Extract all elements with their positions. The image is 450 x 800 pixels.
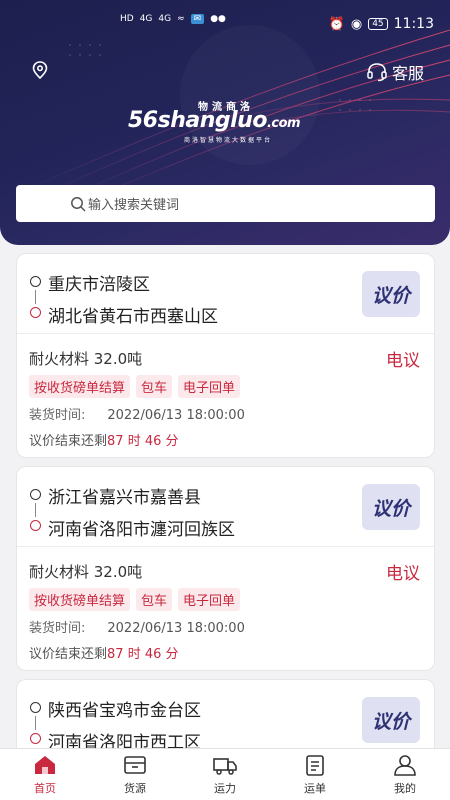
destination-city: 湖北省黄石市西塞山区 [48, 307, 218, 327]
remaining-label: 议价结束还剩 [29, 434, 108, 449]
order-card[interactable]: 浙江省嘉兴市嘉善县 河南省洛阳市瀍河回族区 议价 耐火材料 32.0吨 电议 按… [16, 466, 435, 671]
order-info: 耐火材料 32.0吨 电议 按收货磅单结算 包车 电子回单 装货时间: 2022/… [17, 547, 434, 670]
alarm-icon: ⏰ [328, 16, 345, 32]
signal-label-2: 4G [158, 14, 172, 24]
origin-city: 陕西省宝鸡市金台区 [48, 701, 201, 721]
location-status-icon: ◉ [350, 16, 363, 32]
tag-settlement: 按收货磅单结算 [29, 375, 131, 398]
bid-remaining: 议价结束还剩87 时 46 分 [29, 643, 179, 662]
app-icon: ✉ [190, 14, 205, 24]
origin-city: 浙江省嘉兴市嘉善县 [48, 488, 201, 508]
bid-remaining: 议价结束还剩87 时 46 分 [29, 430, 179, 449]
destination-dot [30, 520, 41, 531]
goods-description: 耐火材料 32.0吨 [29, 563, 143, 581]
bottom-tab-bar: 首页 货源 运力 运单 我的 [0, 748, 450, 800]
route-line [35, 290, 36, 304]
tab-capacity[interactable]: 运力 [180, 749, 270, 800]
loading-time-value: 2022/06/13 18:00:00 [107, 621, 245, 636]
tab-mine-label: 我的 [394, 782, 416, 795]
logo-domain: .com [266, 116, 301, 131]
destination-dot [30, 307, 41, 318]
hd-indicator: HD [120, 14, 134, 24]
customer-service-label: 客服 [391, 64, 424, 83]
search-input[interactable]: 输入搜索关键词 [16, 185, 435, 222]
order-tags: 按收货磅单结算 包车 电子回单 [29, 588, 241, 611]
signal-label-1: 4G [139, 14, 153, 24]
status-right-icons: ⏰ ◉ 45 11:13 [329, 16, 434, 32]
order-info: 耐火材料 32.0吨 电议 按收货磅单结算 包车 电子回单 装货时间: 2022/… [17, 334, 434, 457]
location-icon[interactable] [30, 60, 50, 80]
loading-time: 装货时间: 2022/06/13 18:00:00 [29, 404, 245, 423]
order-route: 重庆市涪陵区 湖北省黄石市西塞山区 议价 [17, 254, 434, 334]
order-tags: 按收货磅单结算 包车 电子回单 [29, 375, 241, 398]
route-line [35, 716, 36, 730]
battery-indicator: 45 [368, 18, 388, 30]
goods-description: 耐火材料 32.0吨 [29, 350, 143, 368]
status-bar: HD 4G 4G ≈ ✉ ●● ⏰ ◉ 45 11:13 [0, 0, 450, 44]
price-negotiable: 电议 [386, 351, 420, 371]
home-icon [35, 756, 55, 774]
tab-waybill[interactable]: 运单 [270, 749, 360, 800]
tab-waybill-label: 运单 [304, 782, 326, 795]
price-negotiable: 电议 [386, 564, 420, 584]
tab-mine[interactable]: 我的 [360, 749, 450, 800]
tag-charter: 包车 [136, 375, 173, 398]
tag-e-receipt: 电子回单 [178, 588, 241, 611]
tab-cargo[interactable]: 货源 [90, 749, 180, 800]
wifi-icon: ≈ [177, 14, 185, 24]
user-icon [394, 755, 416, 776]
search-placeholder: 输入搜索关键词 [88, 198, 180, 213]
headset-icon [367, 63, 387, 82]
remaining-time: 87 时 46 分 [107, 434, 179, 449]
brand-logo: 物流商洛 56shangluo.com 商洛智慧物流大数据平台 [128, 102, 301, 144]
bid-button[interactable]: 议价 [362, 484, 420, 530]
status-left-icons: HD 4G 4G ≈ ✉ ●● [120, 14, 226, 24]
tag-charter: 包车 [136, 588, 173, 611]
status-time: 11:13 [393, 16, 434, 32]
loading-time-label: 装货时间: [29, 408, 86, 423]
tab-capacity-label: 运力 [214, 782, 236, 795]
route-line [35, 503, 36, 517]
order-route: 浙江省嘉兴市嘉善县 河南省洛阳市瀍河回族区 议价 [17, 467, 434, 547]
loading-time: 装货时间: 2022/06/13 18:00:00 [29, 617, 245, 636]
origin-dot [30, 702, 41, 713]
loading-time-value: 2022/06/13 18:00:00 [107, 408, 245, 423]
logo-slogan-bottom: 商洛智慧物流大数据平台 [184, 137, 273, 144]
tab-home[interactable]: 首页 [0, 749, 90, 800]
tab-cargo-label: 货源 [124, 782, 146, 795]
tag-e-receipt: 电子回单 [178, 375, 241, 398]
waybill-icon [306, 755, 324, 776]
wechat-icon: ●● [210, 14, 226, 24]
destination-dot [30, 733, 41, 744]
bid-button[interactable]: 议价 [362, 697, 420, 743]
search-icon [71, 196, 86, 212]
destination-city: 河南省洛阳市瀍河回族区 [48, 520, 235, 540]
truck-icon [213, 758, 237, 775]
logo-slogan-top: 物流商洛 [198, 102, 254, 113]
customer-service-button[interactable]: 客服 [366, 60, 424, 84]
bid-button[interactable]: 议价 [362, 271, 420, 317]
origin-dot [30, 276, 41, 287]
tab-home-label: 首页 [34, 782, 56, 795]
remaining-time: 87 时 46 分 [107, 647, 179, 662]
tag-settlement: 按收货磅单结算 [29, 588, 131, 611]
origin-city: 重庆市涪陵区 [48, 275, 150, 295]
loading-time-label: 装货时间: [29, 621, 86, 636]
order-card[interactable]: 重庆市涪陵区 湖北省黄石市西塞山区 议价 耐火材料 32.0吨 电议 按收货磅单… [16, 253, 435, 458]
remaining-label: 议价结束还剩 [29, 647, 108, 662]
cargo-icon [124, 756, 146, 774]
origin-dot [30, 489, 41, 500]
